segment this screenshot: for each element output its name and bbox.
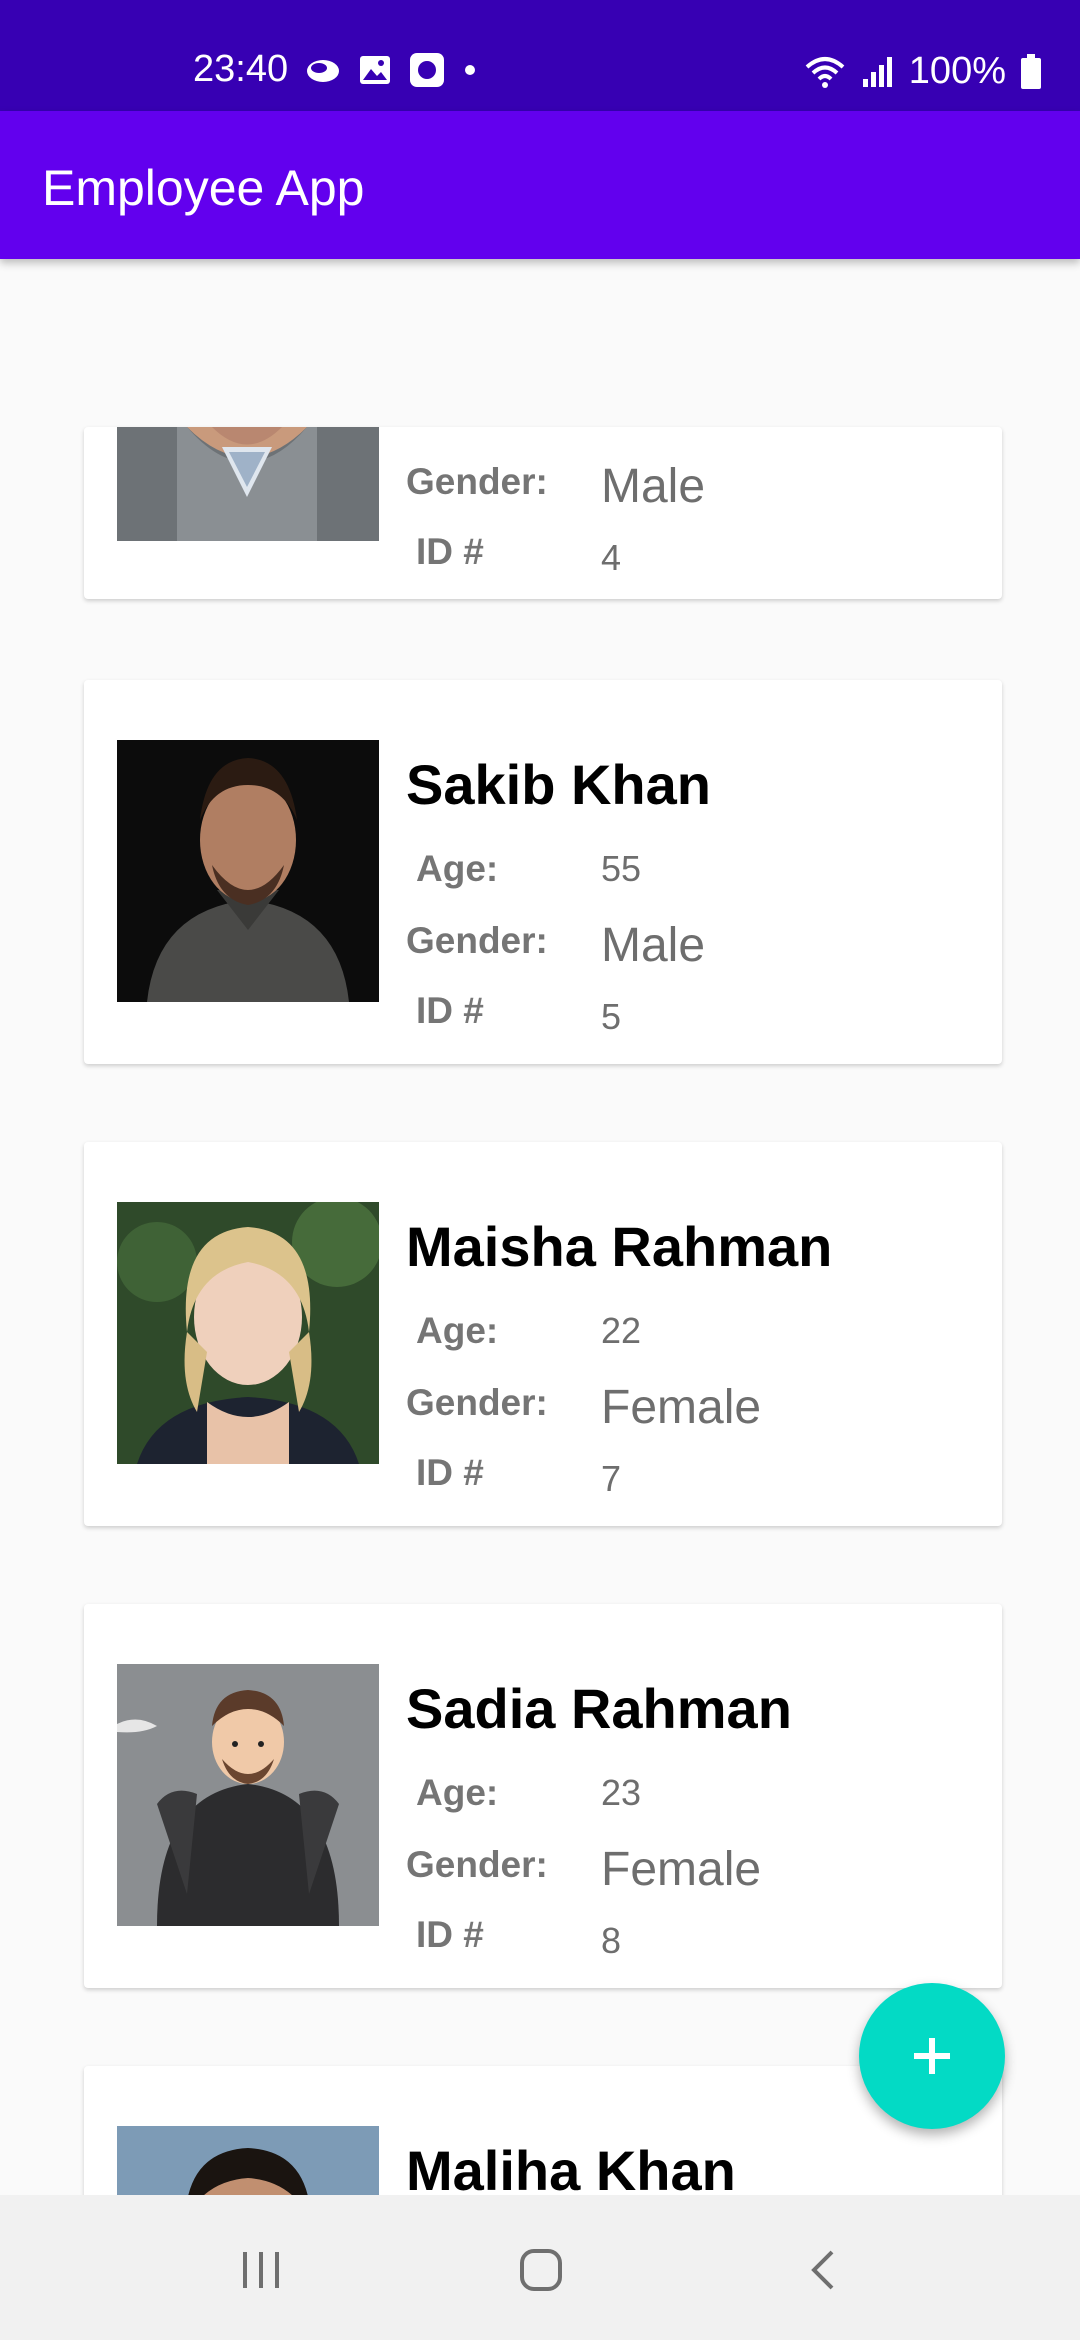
age-value: 55 <box>601 848 642 889</box>
employee-list[interactable]: Gender: Male ID # 4 Sakib Khan Age: 55 G… <box>0 259 1080 2195</box>
employee-photo <box>117 740 379 1002</box>
gender-label: Gender: <box>406 1844 548 1885</box>
age-label: Age: <box>416 848 499 889</box>
back-button[interactable] <box>793 2240 853 2300</box>
back-icon <box>811 2250 834 2290</box>
employee-name: Sakib Khan <box>406 753 711 816</box>
gender-value: Male <box>601 919 706 972</box>
battery-percent: 100% <box>908 50 1006 92</box>
id-label: ID # <box>416 1452 484 1493</box>
battery-icon <box>1021 53 1041 89</box>
status-notification-icons <box>305 52 477 88</box>
gender-label: Gender: <box>406 1382 548 1423</box>
home-button[interactable] <box>511 2240 571 2300</box>
app-title: Employee App <box>42 160 365 216</box>
id-label: ID # <box>416 1914 484 1955</box>
status-system-icons: 100% <box>803 50 1042 93</box>
employee-card[interactable]: Gender: Male ID # 4 <box>84 427 1002 599</box>
employee-photo <box>117 2126 379 2195</box>
gallery-icon <box>360 56 390 84</box>
employee-photo <box>117 427 379 541</box>
id-label: ID # <box>416 990 484 1031</box>
age-value: 22 <box>601 1310 642 1351</box>
app-bar: Employee App <box>0 111 1080 259</box>
id-value: 5 <box>601 996 622 1037</box>
id-value: 8 <box>601 1920 622 1961</box>
dot-icon <box>465 65 475 75</box>
signal-icon <box>862 56 892 87</box>
id-label: ID # <box>416 531 484 572</box>
status-bar: 23:40 100% <box>0 0 1080 111</box>
employee-card[interactable]: Maisha Rahman Age: 22 Gender: Female ID … <box>84 1142 1002 1526</box>
recent-apps-icon <box>243 2252 279 2288</box>
age-label: Age: <box>416 1310 499 1351</box>
gender-value: Female <box>601 1381 762 1434</box>
id-value: 4 <box>601 537 622 578</box>
app-icon <box>410 53 444 87</box>
system-nav-bar <box>0 2195 1080 2340</box>
age-value: 23 <box>601 1772 642 1813</box>
employee-name: Sadia Rahman <box>406 1677 792 1740</box>
gender-label: Gender: <box>406 461 548 502</box>
employee-card[interactable]: Sakib Khan Age: 55 Gender: Male ID # 5 <box>84 680 1002 1064</box>
employee-name: Maisha Rahman <box>406 1215 833 1278</box>
gender-value: Female <box>601 1843 762 1896</box>
employee-photo <box>117 1202 379 1464</box>
home-icon <box>520 2249 562 2291</box>
id-value: 7 <box>601 1458 622 1499</box>
employee-name: Maliha Khan <box>406 2139 736 2195</box>
plus-icon <box>914 2038 950 2074</box>
age-label: Age: <box>416 1772 499 1813</box>
employee-card[interactable]: Sadia Rahman Age: 23 Gender: Female ID #… <box>84 1604 1002 1988</box>
recent-apps-button[interactable] <box>231 2240 291 2300</box>
gender-label: Gender: <box>406 920 548 961</box>
gender-value: Male <box>601 460 706 513</box>
employee-photo <box>117 1664 379 1926</box>
wifi-icon <box>805 56 845 88</box>
cloud-icon <box>307 60 339 82</box>
add-employee-button[interactable] <box>859 1983 1005 2129</box>
status-time: 23:40 <box>193 48 289 90</box>
